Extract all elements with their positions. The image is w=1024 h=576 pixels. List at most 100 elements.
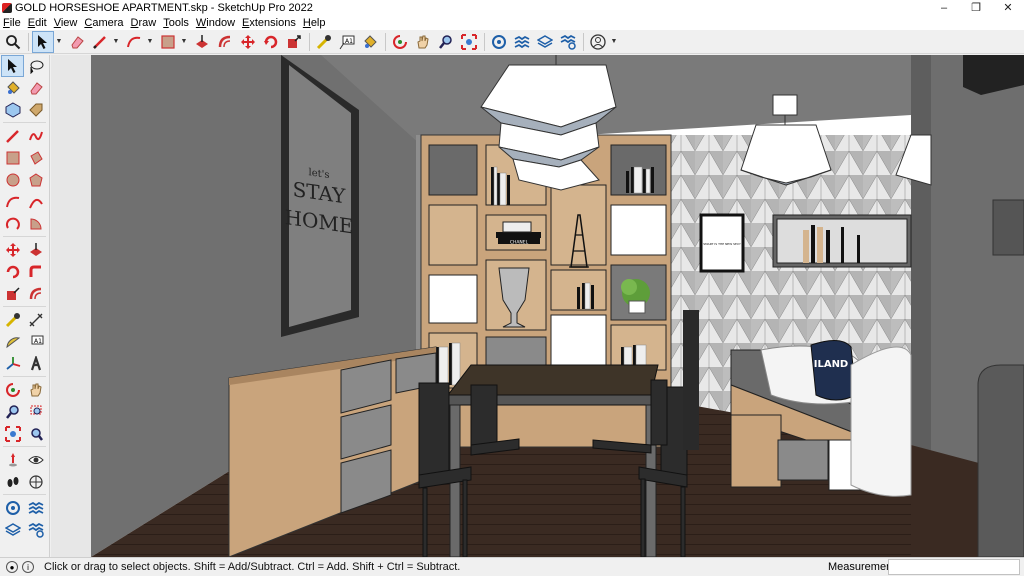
rotate-icon[interactable]	[1, 261, 24, 283]
move-icon[interactable]	[237, 31, 259, 53]
eraser-icon[interactable]	[66, 31, 88, 53]
zoom-window-icon[interactable]	[24, 401, 47, 423]
section-plane-icon[interactable]	[24, 471, 47, 493]
shape-dropdown-icon[interactable]: ▼	[180, 31, 188, 53]
paint-bucket-icon[interactable]	[359, 31, 381, 53]
maximize-button[interactable]: ❐	[960, 0, 992, 15]
account-icon[interactable]	[587, 31, 609, 53]
axes-icon[interactable]	[1, 353, 24, 375]
move-icon[interactable]	[1, 239, 24, 261]
warehouse-icon[interactable]	[488, 31, 510, 53]
tool-row	[0, 449, 49, 471]
extension-manager-icon[interactable]	[24, 519, 47, 541]
tool-row	[0, 147, 49, 169]
geolocation-icon[interactable]: ●	[6, 561, 18, 573]
menu-window[interactable]: Window	[196, 17, 235, 29]
select-tool-icon[interactable]	[32, 30, 54, 53]
tool-row	[0, 401, 49, 423]
rectangle-icon[interactable]	[157, 31, 179, 53]
tool-row	[0, 379, 49, 401]
position-camera-icon[interactable]	[1, 449, 24, 471]
walk-icon[interactable]	[1, 471, 24, 493]
push-pull-icon[interactable]	[191, 31, 213, 53]
menu-draw[interactable]: Draw	[131, 17, 157, 29]
minimize-button[interactable]: –	[928, 0, 960, 15]
previous-view-icon[interactable]	[24, 423, 47, 445]
close-button[interactable]: ✕	[992, 0, 1024, 15]
toolbar-separator	[583, 32, 584, 51]
rotate-icon[interactable]	[260, 31, 282, 53]
toolbar-separator	[385, 32, 386, 51]
dimension-icon[interactable]	[24, 309, 47, 331]
menu-edit[interactable]: Edit	[28, 17, 47, 29]
arc-icon[interactable]	[123, 31, 145, 53]
three-point-arc-icon[interactable]	[1, 213, 24, 235]
protractor-icon[interactable]	[1, 331, 24, 353]
zoom-extents-icon[interactable]	[458, 31, 480, 53]
tool-row	[0, 353, 49, 375]
line-icon[interactable]	[1, 125, 24, 147]
menu-extensions[interactable]: Extensions	[242, 17, 296, 29]
tool-row: A1	[0, 331, 49, 353]
component-icon[interactable]	[1, 99, 24, 121]
toolbar-separator	[309, 32, 310, 51]
layers-icon[interactable]	[534, 31, 556, 53]
instructor-info-icon[interactable]: i	[22, 561, 34, 573]
offset-icon[interactable]	[24, 283, 47, 305]
tool-row	[0, 239, 49, 261]
two-point-arc-icon[interactable]	[24, 191, 47, 213]
circle-icon[interactable]	[1, 169, 24, 191]
search-icon[interactable]	[2, 31, 24, 53]
warehouse-icon[interactable]	[1, 497, 24, 519]
menu-view[interactable]: View	[54, 17, 78, 29]
select-dropdown-icon[interactable]: ▼	[55, 31, 63, 53]
pencil-line-icon[interactable]	[89, 31, 111, 53]
account-dropdown-icon[interactable]: ▼	[610, 31, 618, 53]
menu-tools[interactable]: Tools	[163, 17, 189, 29]
svg-text:A1: A1	[34, 338, 42, 345]
rotated-rectangle-icon[interactable]	[24, 147, 47, 169]
toolbar-separator	[28, 32, 29, 51]
zoom-extents-icon[interactable]	[1, 423, 24, 445]
scale-icon[interactable]	[283, 31, 305, 53]
extension-warehouse-icon[interactable]	[24, 497, 47, 519]
zoom-icon[interactable]	[435, 31, 457, 53]
text-tool-icon[interactable]: A1	[336, 31, 358, 53]
arc-dropdown-icon[interactable]: ▼	[146, 31, 154, 53]
scale-icon[interactable]	[1, 283, 24, 305]
polygon-icon[interactable]	[24, 169, 47, 191]
arc-icon[interactable]	[1, 191, 24, 213]
paint-bucket-icon[interactable]	[1, 77, 24, 99]
sketchup-window: GOLD HORSESHOE APARTMENT.skp - SketchUp …	[0, 0, 1024, 576]
zoom-icon[interactable]	[1, 401, 24, 423]
eraser-icon[interactable]	[24, 77, 47, 99]
menu-help[interactable]: Help	[303, 17, 326, 29]
text-tool-icon[interactable]: A1	[24, 331, 47, 353]
freehand-icon[interactable]	[24, 125, 47, 147]
follow-me-icon[interactable]	[24, 261, 47, 283]
offset-icon[interactable]	[214, 31, 236, 53]
extension-manager-icon[interactable]	[557, 31, 579, 53]
tape-measure-icon[interactable]	[1, 309, 24, 331]
tag-icon[interactable]	[24, 99, 47, 121]
push-pull-icon[interactable]	[24, 239, 47, 261]
look-around-icon[interactable]	[24, 449, 47, 471]
3d-text-icon[interactable]	[24, 353, 47, 375]
orbit-icon[interactable]	[389, 31, 411, 53]
pan-hand-icon[interactable]	[24, 379, 47, 401]
extension-warehouse-icon[interactable]	[511, 31, 533, 53]
lasso-icon[interactable]	[24, 55, 47, 77]
layers-icon[interactable]	[1, 519, 24, 541]
menu-file[interactable]: File	[3, 17, 21, 29]
tool-row	[0, 99, 49, 121]
tape-measure-icon[interactable]	[313, 31, 335, 53]
model-viewport[interactable]: let's STAY HOME CHANEL SMART IS THE NEW …	[51, 55, 1024, 557]
select-icon[interactable]	[1, 55, 24, 77]
line-dropdown-icon[interactable]: ▼	[112, 31, 120, 53]
measurements-input[interactable]	[888, 559, 1020, 575]
menu-camera[interactable]: Camera	[84, 17, 123, 29]
orbit-icon[interactable]	[1, 379, 24, 401]
pie-icon[interactable]	[24, 213, 47, 235]
pan-hand-icon[interactable]	[412, 31, 434, 53]
rectangle-icon[interactable]	[1, 147, 24, 169]
